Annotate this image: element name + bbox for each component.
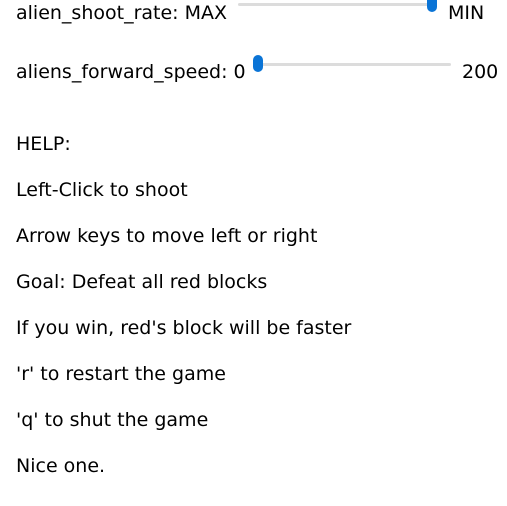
shoot-rate-label: alien_shoot_rate: MAX — [16, 2, 228, 24]
forward-speed-slider-track[interactable] — [253, 63, 451, 66]
shoot-rate-end-label: MIN — [448, 2, 485, 24]
forward-speed-label: aliens_forward_speed: 0 — [16, 61, 246, 83]
help-title: HELP: — [16, 133, 71, 155]
shoot-rate-slider-row: alien_shoot_rate: MAX MIN — [0, 0, 507, 25]
help-line-win: If you win, red's block will be faster — [16, 317, 352, 339]
forward-speed-slider-row: aliens_forward_speed: 0 200 — [0, 55, 507, 84]
shoot-rate-slider-thumb[interactable] — [427, 0, 437, 12]
help-line-goal: Goal: Defeat all red blocks — [16, 271, 268, 293]
forward-speed-slider-thumb[interactable] — [253, 55, 263, 72]
help-line-quit: 'q' to shut the game — [16, 409, 209, 431]
shoot-rate-slider-track[interactable] — [238, 3, 436, 6]
forward-speed-end-label: 200 — [462, 61, 499, 83]
help-line-nice: Nice one. — [16, 455, 106, 477]
help-line-restart: 'r' to restart the game — [16, 363, 226, 385]
help-line-shoot: Left-Click to shoot — [16, 179, 188, 201]
help-line-move: Arrow keys to move left or right — [16, 225, 318, 247]
help-section: HELP: Left-Click to shoot Arrow keys to … — [16, 133, 351, 501]
